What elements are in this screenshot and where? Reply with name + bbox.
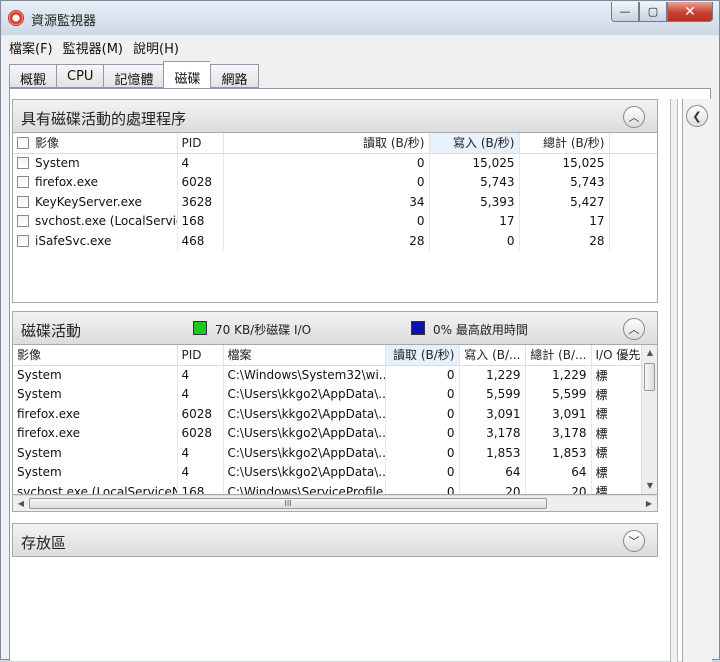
storage-section-header[interactable]: 存放區 ﹀: [12, 523, 658, 557]
menu-monitor[interactable]: 監視器(M): [63, 38, 123, 57]
vertical-scroll-thumb[interactable]: [644, 363, 655, 391]
tab-overview[interactable]: 概觀: [9, 64, 57, 88]
disk-activity-collapse-button[interactable]: ︿: [623, 318, 645, 340]
tab-network[interactable]: 網路: [210, 64, 259, 88]
column-file[interactable]: 檔案: [223, 345, 386, 366]
row-checkbox[interactable]: [17, 215, 29, 228]
horizontal-scroll-thumb[interactable]: III: [29, 498, 547, 509]
column-pid[interactable]: PID: [177, 133, 224, 154]
window-controls: — ▢ ✕: [611, 2, 713, 22]
minimize-button[interactable]: —: [611, 2, 639, 22]
chevron-left-icon: ❮: [692, 109, 702, 123]
close-button[interactable]: ✕: [667, 2, 713, 22]
disk-activity-section-header[interactable]: 磁碟活動 70 KB/秒磁碟 I/O 0% 最高啟用時間 ︿: [12, 311, 658, 345]
column-image[interactable]: 影像: [13, 345, 178, 366]
column-total[interactable]: 總計 (B/秒): [519, 133, 610, 154]
column-image[interactable]: 影像: [13, 133, 178, 154]
disk-io-legend-label: 70 KB/秒磁碟 I/O: [215, 323, 312, 337]
storage-section-title: 存放區: [21, 534, 67, 552]
graph-side-panel: ❮: [682, 99, 712, 662]
menu-file[interactable]: 檔案(F): [9, 38, 53, 57]
table-row[interactable]: firefox.exe 6028 C:\Users\kkgo2\AppData\..…: [13, 404, 644, 424]
column-total[interactable]: 總計 (B/...: [525, 345, 592, 366]
table-row[interactable]: System 4 0 15,025 15,025: [13, 153, 657, 173]
table-row[interactable]: System 4 C:\Users\kkgo2\AppData\... 0 64 64 標: [13, 462, 644, 482]
menu-help[interactable]: 說明(H): [133, 38, 179, 57]
disk-activity-section-title: 磁碟活動: [21, 322, 82, 340]
row-checkbox[interactable]: [17, 195, 29, 208]
resource-monitor-icon: [8, 10, 24, 26]
column-write[interactable]: 寫入 (B/秒): [429, 133, 520, 154]
row-checkbox[interactable]: [17, 157, 29, 169]
title-bar[interactable]: 資源監視器 — ▢ ✕: [1, 1, 719, 35]
table-row[interactable]: System 4 C:\Users\kkgo2\AppData\... 0 1,853 1…: [13, 443, 644, 463]
menu-bar: 檔案(F) 監視器(M) 說明(H): [1, 35, 719, 59]
disk-activity-horizontal-scrollbar[interactable]: ◀ III ▶: [12, 495, 658, 512]
chevron-up-icon: ︿: [628, 111, 640, 124]
table-row[interactable]: System 4 C:\Users\kkgo2\AppData\... 0 5,599 5…: [13, 384, 644, 404]
table-row[interactable]: firefox.exe 6028 0 5,743 5,743: [13, 172, 657, 192]
table-row[interactable]: System 4 C:\Windows\System32\wi... 0 1,229 1,…: [13, 365, 644, 385]
scroll-up-icon[interactable]: ▲: [642, 345, 657, 361]
scroll-left-icon[interactable]: ◀: [13, 496, 29, 511]
active-time-legend-swatch: [411, 321, 425, 335]
maximize-button[interactable]: ▢: [639, 2, 667, 22]
row-checkbox[interactable]: [17, 234, 29, 247]
processes-section-title: 具有磁碟活動的處理程序: [21, 110, 187, 128]
column-read[interactable]: 讀取 (B/秒): [385, 345, 460, 366]
active-time-legend-label: 0% 最高啟用時間: [433, 323, 528, 337]
panel-splitter[interactable]: [670, 99, 678, 662]
processes-collapse-button[interactable]: ︿: [623, 106, 645, 128]
select-all-checkbox[interactable]: [17, 137, 29, 150]
tab-memory[interactable]: 記憶體: [103, 64, 164, 88]
column-read[interactable]: 讀取 (B/秒): [223, 133, 430, 154]
scroll-right-icon[interactable]: ▶: [641, 496, 657, 511]
tab-strip: 概觀 CPU 記憶體 磁碟 網路: [9, 61, 259, 88]
window-title: 資源監視器: [31, 14, 97, 29]
row-checkbox[interactable]: [17, 176, 29, 189]
table-row[interactable]: firefox.exe 6028 C:\Users\kkgo2\AppData\..…: [13, 423, 644, 443]
column-write[interactable]: 寫入 (B/...: [459, 345, 526, 366]
tab-disk[interactable]: 磁碟: [163, 61, 211, 88]
disk-activity-vertical-scrollbar[interactable]: ▲ ▼: [641, 345, 657, 494]
chevron-up-icon: ︿: [628, 323, 640, 336]
storage-expand-button[interactable]: ﹀: [623, 530, 645, 552]
column-io-priority[interactable]: I/O 優先: [591, 345, 644, 366]
table-row[interactable]: svchost.exe (LocalServiceN... 168 C:\Windo…: [13, 482, 644, 494]
column-pid[interactable]: PID: [177, 345, 224, 366]
disk-tab-content: 具有磁碟活動的處理程序 ︿ 影像 PID 讀取 (B/秒) 寫入 (B/秒) 總…: [9, 88, 712, 662]
chevron-down-icon: ﹀: [628, 535, 640, 548]
column-spacer: [609, 133, 657, 154]
tab-cpu[interactable]: CPU: [56, 64, 104, 88]
table-row[interactable]: KeyKeyServer.exe 3628 34 5,393 5,427: [13, 192, 657, 212]
show-graphs-button[interactable]: ❮: [686, 105, 708, 127]
processes-table: 影像 PID 讀取 (B/秒) 寫入 (B/秒) 總計 (B/秒) System…: [12, 133, 658, 303]
processes-section-header[interactable]: 具有磁碟活動的處理程序 ︿: [12, 99, 658, 133]
disk-io-legend-swatch: [193, 321, 207, 335]
scroll-down-icon[interactable]: ▼: [642, 478, 657, 494]
table-row[interactable]: svchost.exe (LocalServic... 168 0 17 17: [13, 211, 657, 231]
resource-monitor-window: 資源監視器 — ▢ ✕ 檔案(F) 監視器(M) 說明(H) 概觀 CPU 記憶…: [0, 0, 720, 662]
disk-activity-table: 影像 PID 檔案 讀取 (B/秒) 寫入 (B/... 總計 (B/... I…: [12, 345, 658, 495]
table-row[interactable]: iSafeSvc.exe 468 28 0 28: [13, 231, 657, 251]
